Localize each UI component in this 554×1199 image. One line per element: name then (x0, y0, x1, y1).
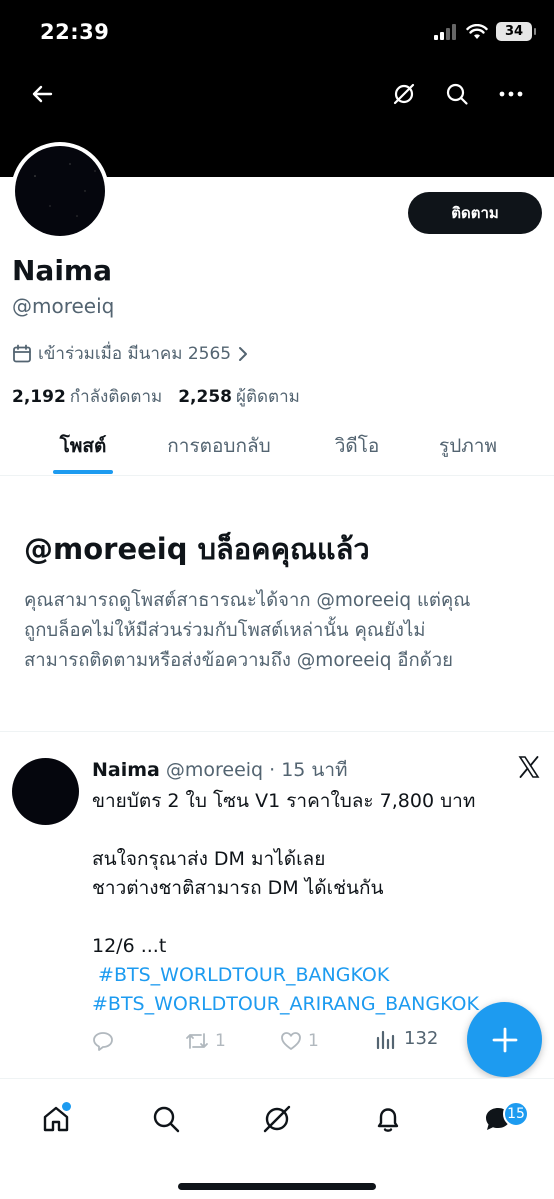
more-dots-icon (499, 91, 523, 97)
compose-button[interactable] (467, 1002, 542, 1077)
following-count: 2,192 (12, 387, 66, 407)
nav-grok[interactable] (259, 1101, 295, 1137)
tweet-line: สนใจกรุณาส่ง DM มาได้เลย (92, 848, 326, 870)
tweet-author-name[interactable]: Naima (92, 759, 160, 781)
status-icons: 34 (434, 22, 536, 41)
follow-button[interactable]: ติดตาม (408, 192, 542, 234)
retweet-button[interactable]: 1 (185, 1031, 226, 1051)
grok-icon (393, 83, 415, 105)
followers-label: ผู้ติดตาม (236, 387, 300, 407)
back-arrow-icon (32, 85, 53, 103)
messages-badge: 15 (503, 1101, 529, 1127)
wifi-icon (466, 23, 488, 39)
profile-avatar[interactable] (11, 142, 109, 240)
hashtag-link[interactable]: #BTS_WORLDTOUR_ARIRANG_BANGKOK (92, 990, 542, 1019)
tweet-line (92, 816, 542, 845)
search-icon (446, 83, 468, 105)
tab-videos[interactable]: วิดีโอ (330, 420, 384, 472)
plus-icon (492, 1027, 517, 1052)
home-indicator (178, 1183, 376, 1190)
like-count: 1 (308, 1031, 319, 1051)
views-button[interactable]: 132 (376, 1028, 438, 1049)
following-link[interactable]: 2,192 กำลังติดตาม (12, 383, 162, 410)
followers-count: 2,258 (178, 387, 232, 407)
tweet-time: · 15 นาที (269, 759, 348, 781)
views-count: 132 (404, 1028, 439, 1049)
tweet-author-handle[interactable]: @moreeiq (166, 759, 263, 781)
more-button[interactable] (495, 78, 527, 110)
blocked-line: สามารถติดตามหรือส่งข้อความถึง @moreeiq อ… (24, 650, 453, 671)
profile-name: Naima (12, 254, 112, 287)
tab-posts[interactable]: โพสต์ (53, 420, 113, 474)
search-icon (153, 1106, 180, 1133)
tweet-avatar[interactable] (12, 758, 79, 825)
follow-stats: 2,192 กำลังติดตาม 2,258 ผู้ติดตาม (12, 383, 300, 410)
battery-indicator: 34 (496, 22, 536, 41)
back-button[interactable] (26, 78, 58, 110)
like-button[interactable]: 1 (280, 1031, 319, 1051)
reply-icon (93, 1032, 113, 1051)
signal-icon (434, 23, 456, 40)
x-logo-icon (517, 755, 541, 783)
profile-handle: @moreeiq (12, 294, 115, 318)
tweet-text: ขายบัตร 2 ใบ โซน V1 ราคาใบละ 7,800 บาท ส… (92, 787, 542, 1019)
blocked-line: ถูกบล็อคไม่ให้มีส่วนร่วมกับโพสต์เหล่านั้… (24, 620, 426, 641)
heart-icon (281, 1032, 301, 1050)
blocked-description: คุณสามารถดูโพสต์สาธารณะได้จาก @moreeiq แ… (24, 586, 554, 676)
bell-icon (377, 1108, 399, 1132)
tweet-line: 12/6 ...t (92, 935, 167, 957)
nav-notifications[interactable] (370, 1101, 406, 1137)
chevron-right-icon (239, 346, 248, 361)
joined-date[interactable]: เข้าร่วมเมื่อ มีนาคม 2565 (12, 340, 249, 367)
tab-photos[interactable]: รูปภาพ (432, 420, 504, 472)
home-notification-dot (62, 1102, 71, 1111)
calendar-icon (13, 344, 31, 362)
grok-button[interactable] (388, 78, 420, 110)
search-button[interactable] (441, 78, 473, 110)
followers-link[interactable]: 2,258 ผู้ติดตาม (178, 383, 300, 410)
status-time: 22:39 (40, 20, 110, 44)
profile-tabs: โพสต์ การตอบกลับ วิดีโอ รูปภาพ (0, 420, 554, 476)
tweet-line: ชาวต่างชาติสามารถ DM ได้เช่นกัน (92, 877, 384, 899)
joined-date-text: เข้าร่วมเมื่อ มีนาคม 2565 (38, 344, 232, 364)
retweet-count: 1 (215, 1031, 226, 1051)
profile-avatar-image (15, 146, 105, 236)
grok-icon (263, 1105, 291, 1133)
nav-search[interactable] (148, 1101, 184, 1137)
following-label: กำลังติดตาม (69, 387, 163, 407)
bottom-navigation: 15 (0, 1078, 554, 1199)
tweet-header: Naima @moreeiq · 15 นาที (92, 755, 348, 785)
tweet-line (92, 903, 542, 932)
blocked-title: @moreeiq บล็อคคุณแล้ว (24, 532, 370, 566)
hashtag-link[interactable]: #BTS_WORLDTOUR_BANGKOK (92, 961, 542, 990)
views-chart-icon (376, 1030, 395, 1049)
section-divider (0, 731, 554, 732)
blocked-line: คุณสามารถดูโพสต์สาธารณะได้จาก @moreeiq แ… (24, 590, 471, 611)
tweet-line: ขายบัตร 2 ใบ โซน V1 ราคาใบละ 7,800 บาท (92, 790, 476, 812)
tab-replies[interactable]: การตอบกลับ (158, 420, 280, 472)
retweet-icon (186, 1033, 208, 1049)
reply-button[interactable] (92, 1031, 114, 1051)
avatar-stars-icon (34, 163, 96, 217)
